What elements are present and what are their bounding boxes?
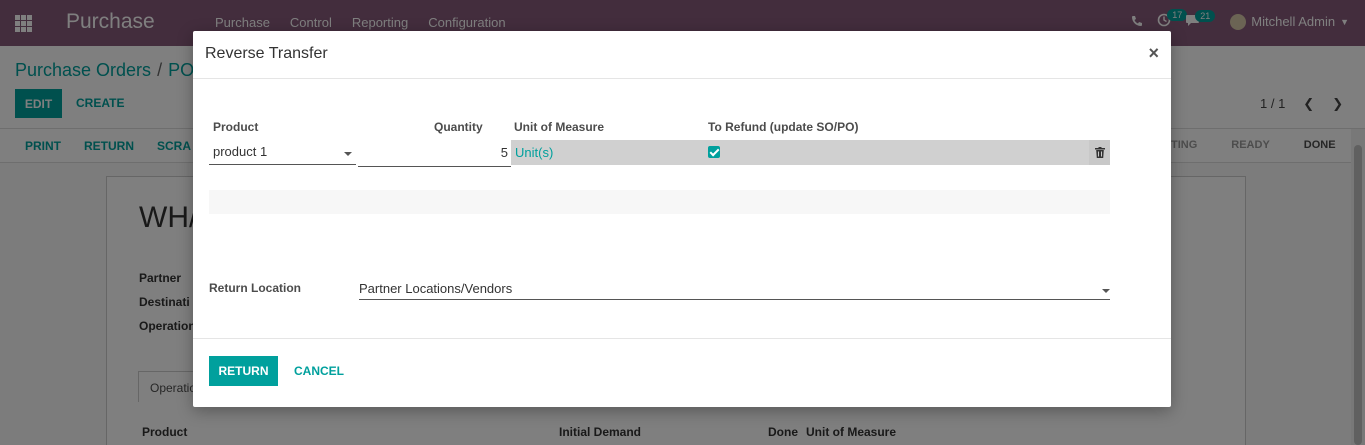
modal-footer: RETURN CANCEL [193,338,1171,407]
return-submit-button[interactable]: RETURN [209,356,278,386]
reverse-transfer-dialog: Reverse Transfer × Product Quantity Unit… [193,31,1171,407]
to-refund-checkbox[interactable] [708,146,720,158]
trash-icon [1094,147,1105,158]
header-quantity[interactable]: Quantity [434,120,483,134]
table-row: product 1 5 Unit(s) [209,140,1110,167]
quantity-value: 5 [500,145,508,160]
modal-title: Reverse Transfer [205,45,328,62]
modal-header: Reverse Transfer × [193,31,1171,79]
return-location-value: Partner Locations/Vendors [359,281,513,296]
cancel-button[interactable]: CANCEL [294,364,344,378]
return-location-label: Return Location [209,281,301,295]
header-unit-of-measure[interactable]: Unit of Measure [514,120,604,134]
header-product[interactable]: Product [213,120,258,134]
delete-line-button[interactable] [1089,140,1110,165]
caret-down-icon[interactable] [1102,289,1110,293]
uom-value[interactable]: Unit(s) [515,145,553,160]
header-to-refund[interactable]: To Refund (update SO/PO) [708,120,858,134]
quantity-input[interactable]: 5 [358,140,511,167]
product-select[interactable]: product 1 [209,140,356,165]
uom-cell: Unit(s) [511,140,1089,165]
close-icon[interactable]: × [1148,43,1159,64]
caret-down-icon[interactable] [344,152,352,156]
product-value: product 1 [213,144,268,159]
empty-list-row [209,190,1110,214]
return-location-select[interactable]: Partner Locations/Vendors [359,281,1110,300]
